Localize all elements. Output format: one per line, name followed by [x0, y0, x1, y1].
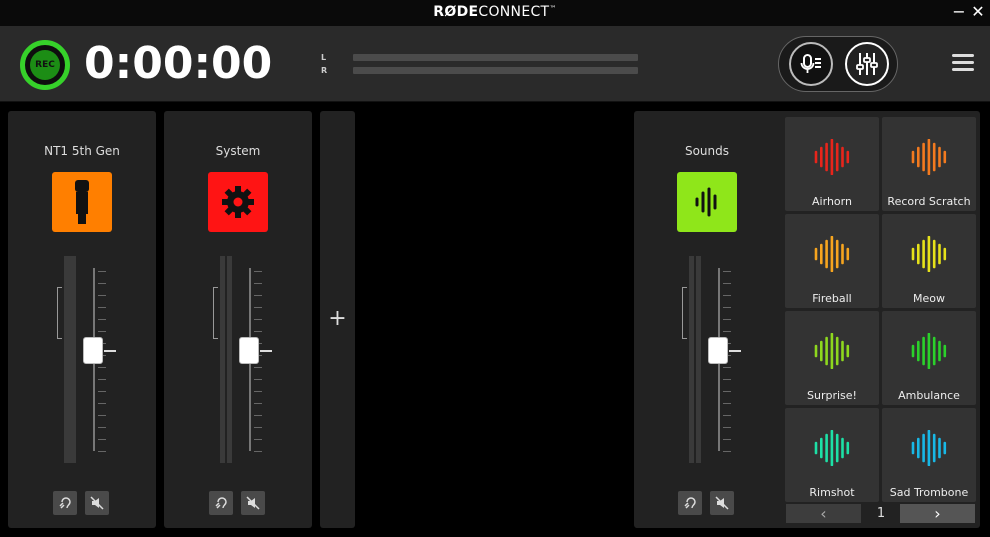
channel-name: Sounds: [684, 144, 730, 158]
ear-icon: [215, 497, 227, 509]
hamburger-menu-icon[interactable]: [952, 54, 974, 72]
channel-icon-tile[interactable]: [52, 172, 112, 232]
mute-button[interactable]: [85, 491, 109, 515]
right-level-meter: [353, 67, 638, 74]
minimize-button[interactable]: −: [950, 2, 968, 22]
sound-wave-icon: [814, 430, 850, 466]
mic-settings-icon: [800, 54, 821, 73]
sound-pad-label: Fireball: [812, 292, 852, 305]
gear-icon: [222, 186, 254, 218]
sound-pad[interactable]: Surprise!: [785, 311, 879, 405]
left-level-meter: [353, 54, 638, 61]
sound-pad[interactable]: Ambulance: [882, 311, 976, 405]
channel-strip-nt1: NT1 5th Gen: [8, 111, 156, 528]
sound-pad-label: Airhorn: [812, 195, 852, 208]
sound-pad[interactable]: Airhorn: [785, 117, 879, 211]
channel-name: NT1 5th Gen: [44, 144, 120, 158]
input-range-bracket: [213, 287, 218, 339]
prev-page-button[interactable]: ‹: [786, 504, 861, 523]
fader-knob-pointer: [104, 350, 116, 353]
fader-knob[interactable]: [83, 337, 103, 365]
channel-level-meter: [689, 256, 703, 463]
channel-icon-tile[interactable]: [677, 172, 737, 232]
mic-settings-button[interactable]: [789, 42, 833, 86]
sound-pad[interactable]: Record Scratch: [882, 117, 976, 211]
sound-wave-icon: [911, 139, 947, 175]
plus-icon: +: [328, 306, 347, 331]
app-title-product: CONNECT: [478, 4, 550, 20]
sound-wave-icon: [911, 430, 947, 466]
sound-pad-label: Surprise!: [807, 389, 857, 402]
sound-wave-icon: [911, 236, 947, 272]
channel-level-meter: [64, 256, 76, 463]
fader-knob-pointer: [260, 350, 272, 353]
sound-pad[interactable]: Rimshot: [785, 408, 879, 502]
close-button[interactable]: ✕: [969, 2, 987, 22]
right-channel-label: R: [321, 66, 328, 75]
headphone-monitor-button[interactable]: [53, 491, 77, 515]
sound-wave-icon: [814, 333, 850, 369]
app-title-brand: RØDE: [433, 4, 479, 20]
fader-knob[interactable]: [708, 337, 728, 365]
ear-icon: [59, 497, 71, 509]
mixer-button[interactable]: [845, 42, 889, 86]
microphone-icon: [75, 180, 89, 224]
speaker-muted-icon: [715, 496, 729, 510]
fader-knob-pointer: [729, 350, 741, 353]
sound-wave-icon: [814, 236, 850, 272]
speaker-muted-icon: [246, 496, 260, 510]
title-bar: RØDECONNECT™ − ✕: [0, 0, 990, 26]
channel-strip-system: System: [164, 111, 312, 528]
app-title: RØDECONNECT™: [0, 4, 990, 20]
view-mode-toggle: [778, 36, 898, 92]
sounds-panel: Sounds Airhorn Record Scratch Fireball Meow…: [634, 111, 980, 528]
mute-button[interactable]: [710, 491, 734, 515]
top-bar: REC 0:00:00 L R: [0, 26, 990, 102]
channel-level-meter: [220, 256, 234, 463]
sound-wave-icon: [814, 139, 850, 175]
fader-knob[interactable]: [239, 337, 259, 365]
next-page-button[interactable]: ›: [900, 504, 975, 523]
sound-pad-label: Meow: [913, 292, 945, 305]
ear-icon: [684, 497, 696, 509]
sound-pad[interactable]: Meow: [882, 214, 976, 308]
sound-pad[interactable]: Sad Trombone: [882, 408, 976, 502]
record-timer: 0:00:00: [84, 38, 273, 89]
left-channel-label: L: [321, 53, 327, 62]
channel-name: System: [215, 144, 261, 158]
page-number: 1: [876, 506, 886, 521]
input-range-bracket: [682, 287, 687, 339]
trademark: ™: [549, 4, 557, 13]
sound-pad-label: Ambulance: [898, 389, 960, 402]
headphone-monitor-button[interactable]: [209, 491, 233, 515]
sound-pad-label: Rimshot: [809, 486, 855, 499]
channel-icon-tile[interactable]: [208, 172, 268, 232]
add-channel-button[interactable]: +: [320, 111, 355, 528]
record-button[interactable]: REC: [20, 40, 70, 90]
sound-pad-label: Sad Trombone: [889, 486, 969, 499]
sound-wave-icon: [911, 333, 947, 369]
mute-button[interactable]: [241, 491, 265, 515]
input-range-bracket: [57, 287, 62, 339]
speaker-muted-icon: [90, 496, 104, 510]
sound-pad-label: Record Scratch: [887, 195, 971, 208]
headphone-monitor-button[interactable]: [678, 491, 702, 515]
sound-wave-icon: [695, 187, 717, 217]
sound-pad[interactable]: Fireball: [785, 214, 879, 308]
mixer-sliders-icon: [856, 53, 878, 75]
record-label: REC: [30, 50, 60, 80]
